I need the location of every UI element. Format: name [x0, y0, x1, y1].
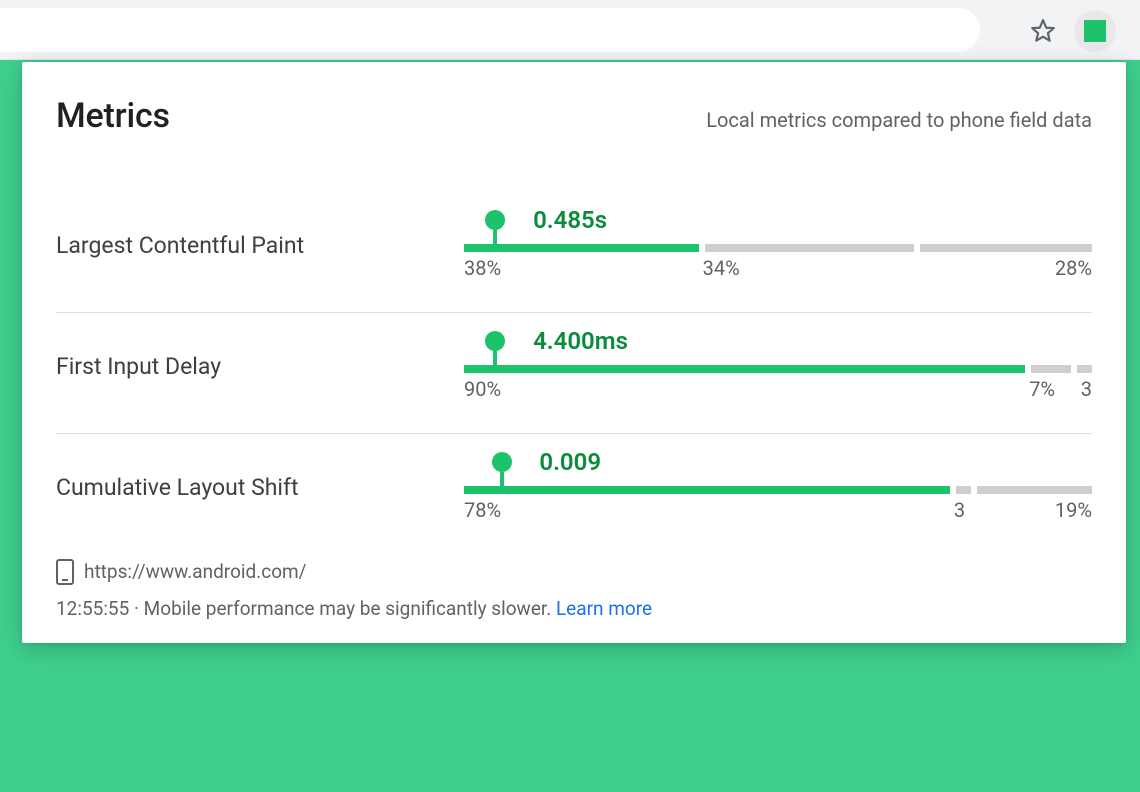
segment-label: 38% — [464, 256, 501, 280]
popup-subtitle: Local metrics compared to phone field da… — [706, 108, 1092, 132]
distribution-segment — [464, 365, 1025, 373]
local-marker-icon — [485, 210, 505, 230]
phone-icon — [56, 559, 74, 585]
distribution-segment — [920, 244, 1092, 252]
local-marker-icon — [492, 452, 512, 472]
footer-url: https://www.android.com/ — [84, 558, 307, 587]
extension-status-icon — [1084, 20, 1106, 42]
distribution-segment — [1077, 365, 1092, 373]
popup-footer: https://www.android.com/ 12:55:55 · Mobi… — [56, 558, 1092, 623]
popup-title: Metrics — [56, 96, 170, 136]
metric-value: 0.009 — [539, 448, 601, 476]
metric-chart: 0.485s 38% 34% 28% — [464, 202, 1092, 288]
metric-row: Cumulative Layout Shift 0.009 78% 3 19% — [56, 434, 1092, 534]
distribution-track — [464, 486, 1092, 494]
extension-badge[interactable] — [1074, 10, 1116, 52]
popup-header: Metrics Local metrics compared to phone … — [56, 96, 1092, 136]
distribution-track — [464, 365, 1092, 373]
distribution-segment — [1031, 365, 1071, 373]
segment-label: 34% — [703, 256, 740, 280]
segment-labels: 38% 34% 28% — [464, 256, 1092, 282]
segment-label: 78% — [464, 498, 501, 522]
segment-label: 3 — [1081, 377, 1092, 401]
learn-more-link[interactable]: Learn more — [556, 597, 652, 620]
metric-chart: 4.400ms 90% 7% 3 — [464, 323, 1092, 409]
metric-name: First Input Delay — [56, 353, 464, 380]
segment-labels: 90% 7% 3 — [464, 377, 1092, 403]
web-vitals-popup: Metrics Local metrics compared to phone … — [22, 62, 1126, 643]
segment-label: 19% — [1055, 498, 1092, 522]
segment-label: 3 — [954, 498, 965, 522]
metric-name: Cumulative Layout Shift — [56, 474, 464, 501]
metric-row: Largest Contentful Paint 0.485s 38% 34% 28% — [56, 192, 1092, 313]
metric-value: 4.400ms — [533, 327, 628, 355]
segment-labels: 78% 3 19% — [464, 498, 1092, 524]
metric-name: Largest Contentful Paint — [56, 232, 464, 259]
footer-timestamp: 12:55:55 — [56, 597, 129, 620]
segment-label: 90% — [464, 377, 501, 401]
footer-warning: Mobile performance may be significantly … — [144, 597, 552, 620]
browser-toolbar — [0, 0, 1140, 60]
distribution-segment — [705, 244, 915, 252]
footer-separator: · — [129, 597, 143, 620]
local-marker-icon — [485, 331, 505, 351]
omnibox[interactable] — [0, 8, 980, 52]
distribution-segment — [977, 486, 1092, 494]
metric-value: 0.485s — [533, 206, 607, 234]
segment-label: 28% — [1055, 256, 1092, 280]
distribution-track — [464, 244, 1092, 252]
distribution-segment — [464, 244, 699, 252]
distribution-segment — [956, 486, 971, 494]
metric-chart: 0.009 78% 3 19% — [464, 444, 1092, 530]
metric-row: First Input Delay 4.400ms 90% 7% 3 — [56, 313, 1092, 434]
segment-label: 7% — [1029, 377, 1055, 401]
distribution-segment — [464, 486, 950, 494]
bookmark-star-icon[interactable] — [1030, 18, 1056, 44]
